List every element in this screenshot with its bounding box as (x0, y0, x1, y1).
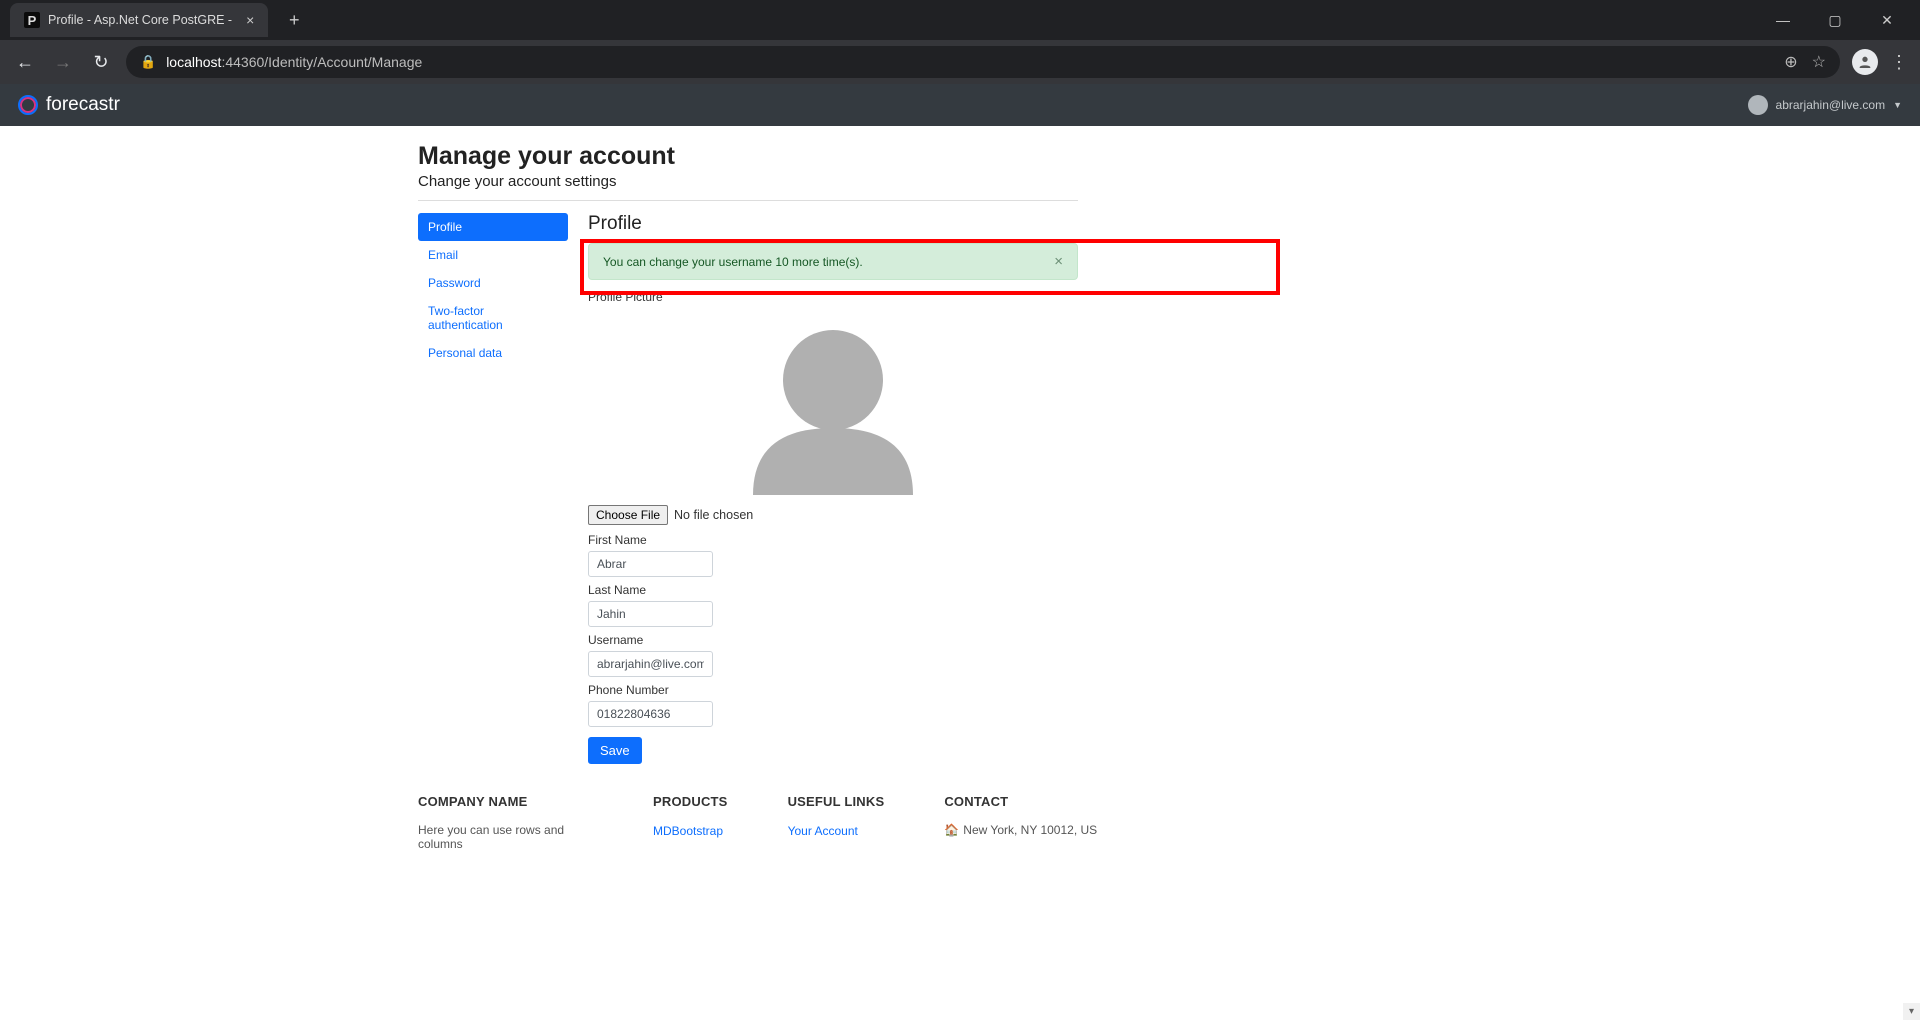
close-window-icon[interactable]: ✕ (1872, 12, 1902, 29)
lock-icon: 🔒 (140, 54, 156, 70)
window-controls: — ▢ ✕ (1768, 12, 1920, 29)
last-name-label: Last Name (588, 583, 1078, 597)
scroll-down-icon[interactable]: ▾ (1903, 1003, 1920, 1020)
tab-title: Profile - Asp.Net Core PostGRE - (48, 13, 232, 27)
new-tab-button[interactable]: + (280, 6, 308, 34)
save-button[interactable]: Save (588, 737, 642, 764)
page-subtitle: Change your account settings (418, 173, 1078, 190)
reload-button[interactable]: ↻ (88, 49, 114, 75)
user-email: abrarjahin@live.com (1776, 98, 1886, 112)
minimize-icon[interactable]: — (1768, 12, 1798, 29)
zoom-icon[interactable]: ⊕ (1784, 52, 1797, 72)
footer-contact-title: CONTACT (944, 794, 1097, 809)
chevron-down-icon: ▼ (1893, 100, 1902, 110)
sidebar-item-email[interactable]: Email (418, 241, 568, 269)
page-title: Manage your account (418, 142, 1078, 171)
bookmark-icon[interactable]: ☆ (1812, 52, 1826, 72)
brand-logo-icon (18, 95, 38, 115)
sidebar-item-personal-data[interactable]: Personal data (418, 339, 568, 367)
alert-text: You can change your username 10 more tim… (603, 255, 863, 269)
back-button[interactable]: ← (12, 49, 38, 75)
divider (418, 200, 1078, 201)
phone-input[interactable] (588, 701, 713, 727)
first-name-label: First Name (588, 533, 1078, 547)
sidebar-item-profile[interactable]: Profile (418, 213, 568, 241)
choose-file-button[interactable]: Choose File (588, 505, 668, 525)
address-bar[interactable]: 🔒 localhost:44360/Identity/Account/Manag… (126, 46, 1840, 78)
brand-text: forecastr (46, 94, 120, 116)
footer-links-title: USEFUL LINKS (788, 794, 885, 809)
section-title: Profile (588, 213, 1078, 235)
footer-products-title: PRODUCTS (653, 794, 728, 809)
site-navbar: forecastr abrarjahin@live.com ▼ (0, 84, 1920, 126)
site-footer: COMPANY NAME Here you can use rows and c… (418, 794, 1078, 851)
sidebar-item-password[interactable]: Password (418, 269, 568, 297)
sidebar-item-two-factor[interactable]: Two-factor authentication (418, 297, 568, 339)
footer-company-title: COMPANY NAME (418, 794, 593, 809)
user-menu[interactable]: abrarjahin@live.com ▼ (1748, 95, 1902, 115)
browser-tab[interactable]: P Profile - Asp.Net Core PostGRE - × (10, 3, 268, 37)
last-name-input[interactable] (588, 601, 713, 627)
footer-link-account[interactable]: Your Account (788, 824, 858, 838)
footer-product-link[interactable]: MDBootstrap (653, 824, 723, 838)
close-tab-icon[interactable]: × (246, 12, 254, 28)
profile-picture-preview (733, 310, 933, 495)
manage-side-nav: Profile Email Password Two-factor authen… (418, 213, 568, 764)
user-avatar-icon (1748, 95, 1768, 115)
phone-label: Phone Number (588, 683, 1078, 697)
tab-favicon-icon: P (24, 12, 40, 28)
url-text: localhost:44360/Identity/Account/Manage (166, 54, 422, 70)
browser-toolbar: ← → ↻ 🔒 localhost:44360/Identity/Account… (0, 40, 1920, 84)
footer-contact-address: New York, NY 10012, US (963, 823, 1097, 837)
profile-picture-label: Profile Picture (588, 290, 1078, 304)
home-icon: 🏠 (944, 823, 959, 837)
username-label: Username (588, 633, 1078, 647)
browser-menu-icon[interactable]: ⋮ (1890, 52, 1908, 73)
file-status-text: No file chosen (674, 508, 753, 522)
brand[interactable]: forecastr (18, 94, 120, 116)
browser-profile-icon[interactable] (1852, 49, 1878, 75)
maximize-icon[interactable]: ▢ (1820, 12, 1850, 29)
forward-button[interactable]: → (50, 49, 76, 75)
status-alert: You can change your username 10 more tim… (588, 243, 1078, 280)
username-input[interactable] (588, 651, 713, 677)
alert-close-icon[interactable]: × (1054, 254, 1063, 269)
footer-company-desc: Here you can use rows and columns (418, 823, 593, 851)
browser-tab-strip: P Profile - Asp.Net Core PostGRE - × + —… (0, 0, 1920, 40)
first-name-input[interactable] (588, 551, 713, 577)
